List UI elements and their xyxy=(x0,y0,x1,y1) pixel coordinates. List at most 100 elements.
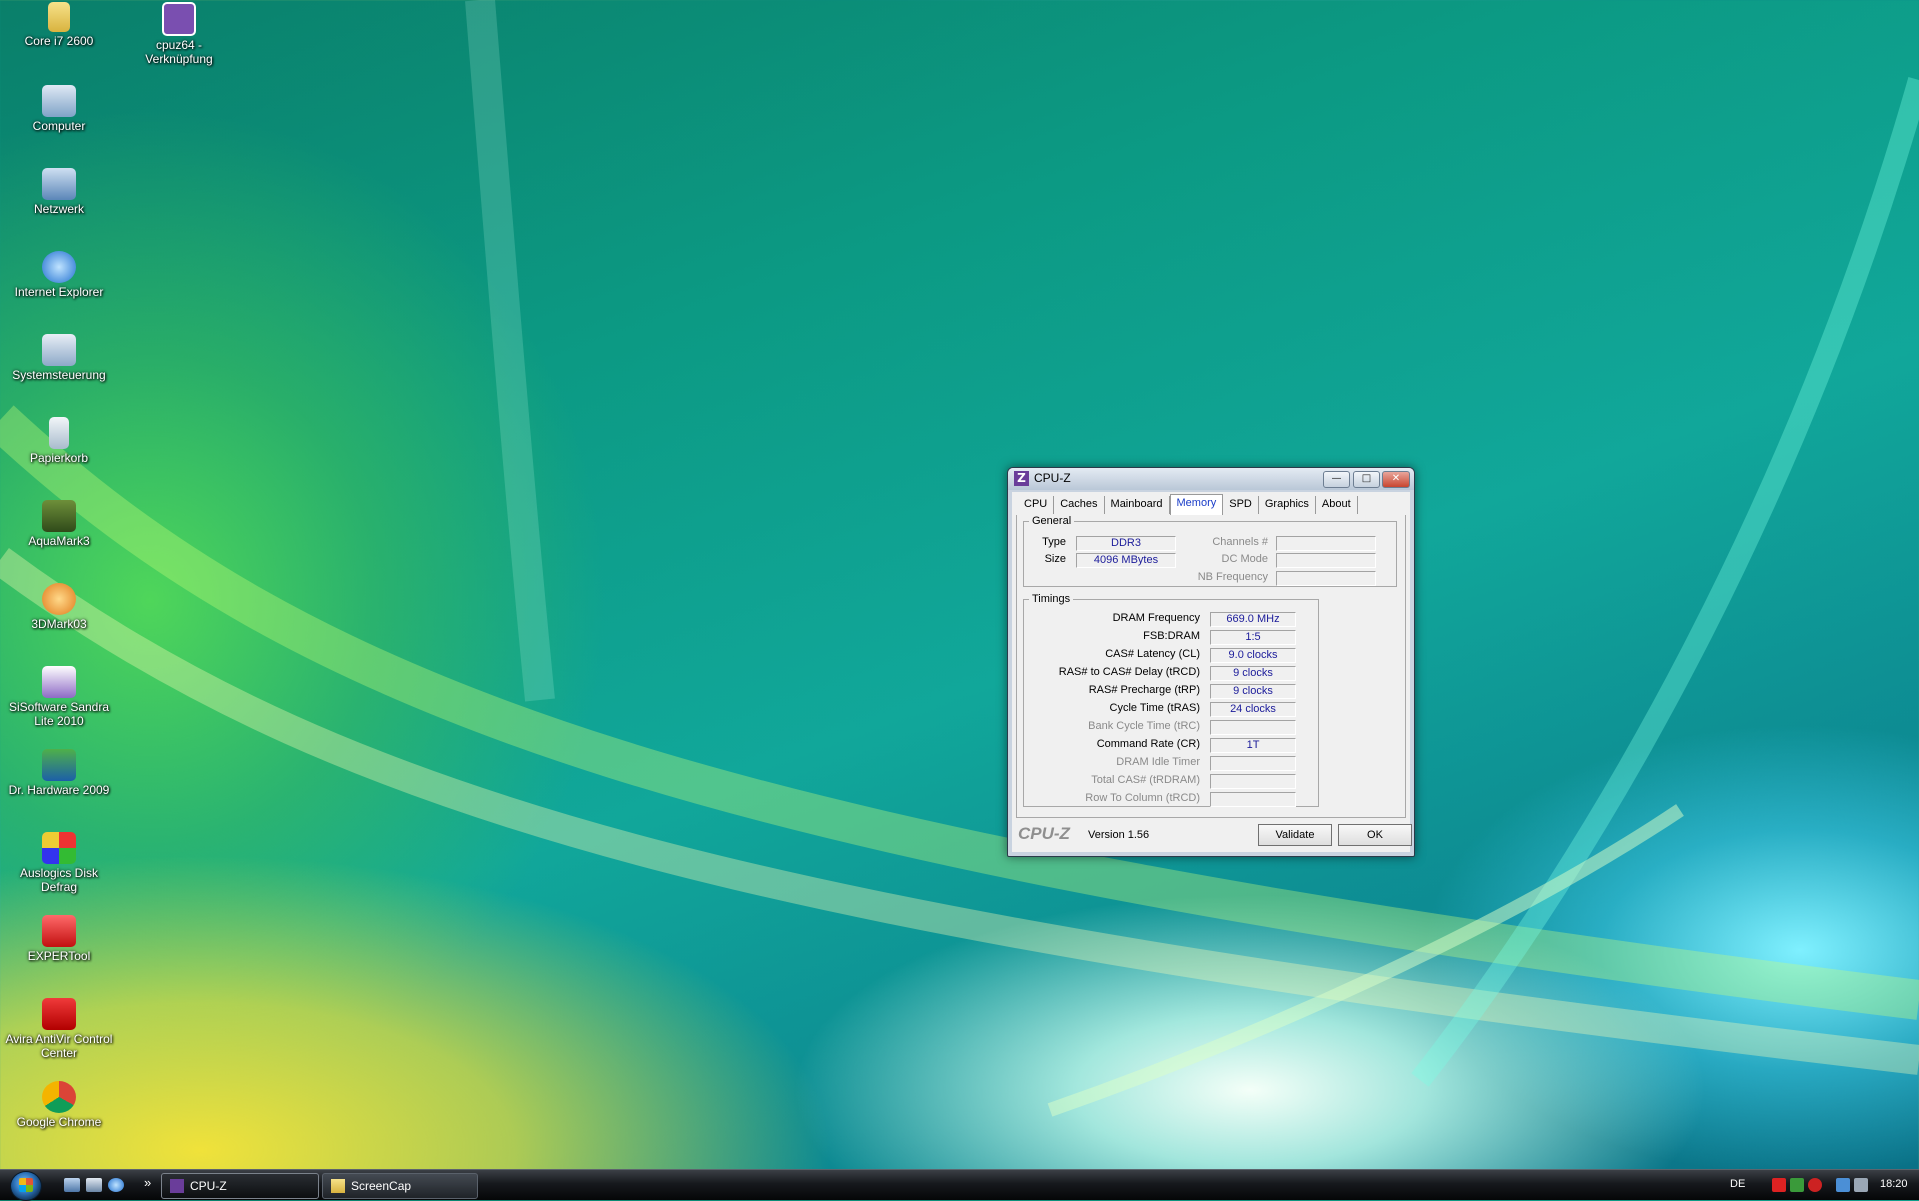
desktop-icon-dr-hardware[interactable]: Dr. Hardware 2009 xyxy=(4,749,114,797)
windows-logo-icon xyxy=(19,1178,33,1192)
timing-value: 9.0 clocks xyxy=(1210,648,1296,663)
desktop-icon-3dmark03[interactable]: 3DMark03 xyxy=(4,583,114,631)
network-tray-icon[interactable] xyxy=(1836,1178,1850,1192)
timing-value xyxy=(1210,792,1296,807)
timing-value: 1:5 xyxy=(1210,630,1296,645)
timing-label: Row To Column (tRCD) xyxy=(1085,792,1200,804)
ok-button[interactable]: OK xyxy=(1338,824,1412,846)
sandra-icon xyxy=(42,666,76,698)
dr-hardware-icon xyxy=(42,749,76,781)
minimize-button[interactable]: — xyxy=(1323,471,1350,488)
tab-graphics[interactable]: Graphics xyxy=(1259,496,1316,514)
size-label: Size xyxy=(1044,553,1066,565)
timing-label: RAS# Precharge (tRP) xyxy=(1088,684,1200,696)
taskbar-button-screencap[interactable]: ScreenCap xyxy=(322,1173,478,1199)
timing-label: CAS# Latency (CL) xyxy=(1105,648,1200,660)
tray-monitor-icon[interactable] xyxy=(1790,1178,1804,1192)
tab-caches[interactable]: Caches xyxy=(1054,496,1105,514)
desktop-icon-computer[interactable]: Computer xyxy=(4,85,114,133)
channels-value xyxy=(1276,536,1376,551)
quicklaunch-more-chevron[interactable]: » xyxy=(144,1175,151,1190)
taskbar: » CPU-Z ScreenCap DE 18:20 xyxy=(0,1169,1919,1201)
tab-strip: CPU Caches Mainboard Memory SPD Graphics… xyxy=(1018,494,1358,517)
timing-value: 9 clocks xyxy=(1210,666,1296,681)
desktop-icon-avira[interactable]: Avira AntiVir Control Center xyxy=(4,998,114,1060)
expertool-icon xyxy=(42,915,76,947)
disk-defrag-icon xyxy=(42,832,76,864)
show-desktop-icon[interactable] xyxy=(64,1178,80,1192)
tab-memory[interactable]: Memory xyxy=(1169,494,1224,517)
avira-icon xyxy=(42,998,76,1030)
avira-tray-icon[interactable] xyxy=(1808,1178,1822,1192)
tray-alert-icon[interactable] xyxy=(1772,1178,1786,1192)
timings-legend: Timings xyxy=(1032,593,1071,605)
computer-icon xyxy=(42,85,76,117)
timings-group: Timings DRAM Frequency 669.0 MHz FSB:DRAM 1… xyxy=(1023,593,1319,807)
timing-label: DRAM Frequency xyxy=(1112,612,1200,624)
dc-mode-value xyxy=(1276,553,1376,568)
folder-icon xyxy=(331,1179,345,1193)
wallpaper xyxy=(0,0,1919,1117)
timing-value: 9 clocks xyxy=(1210,684,1296,699)
tab-cpu[interactable]: CPU xyxy=(1018,496,1055,514)
tab-about[interactable]: About xyxy=(1316,496,1358,514)
desktop-icon-netzwerk[interactable]: Netzwerk xyxy=(4,168,114,216)
desktop-icon-internet-explorer[interactable]: Internet Explorer xyxy=(4,251,114,299)
timing-label: DRAM Idle Timer xyxy=(1116,756,1200,768)
timing-value: 24 clocks xyxy=(1210,702,1296,717)
recycle-bin-icon xyxy=(49,417,69,449)
desktop-icon-cpuz64-shortcut[interactable]: cpuz64 - Verknüpfung xyxy=(124,2,234,66)
nb-frequency-value xyxy=(1276,571,1376,586)
general-group: General Type DDR3 Size 4096 MBytes Chann… xyxy=(1023,515,1397,587)
timing-label: Command Rate (CR) xyxy=(1096,738,1200,750)
clock[interactable]: 18:20 xyxy=(1880,1178,1908,1190)
desktop-icon-expertool[interactable]: EXPERTool xyxy=(4,915,114,963)
internet-explorer-icon xyxy=(42,251,76,283)
desktop-icon-sisoftware-sandra[interactable]: SiSoftware Sandra Lite 2010 xyxy=(4,666,114,728)
maximize-button[interactable]: □ xyxy=(1353,471,1380,488)
timing-label: RAS# to CAS# Delay (tRCD) xyxy=(1058,666,1200,678)
timing-value: 1T xyxy=(1210,738,1296,753)
network-icon xyxy=(42,168,76,200)
desktop-icon-google-chrome[interactable]: Google Chrome xyxy=(4,1081,114,1129)
memory-tab-panel: General Type DDR3 Size 4096 MBytes Chann… xyxy=(1016,515,1406,818)
language-indicator[interactable]: DE xyxy=(1730,1178,1745,1190)
volume-icon[interactable] xyxy=(1854,1178,1868,1192)
desktop-icon-systemsteuerung[interactable]: Systemsteuerung xyxy=(4,334,114,382)
desktop-icon-aquamark3[interactable]: AquaMark3 xyxy=(4,500,114,548)
cpuz-brand-logo: CPU-Z xyxy=(1018,824,1070,843)
3dmark-icon xyxy=(42,583,76,615)
aquamark-icon xyxy=(42,500,76,532)
taskbar-button-cpuz[interactable]: CPU-Z xyxy=(161,1173,319,1199)
size-value: 4096 MBytes xyxy=(1076,553,1176,568)
timing-label: Bank Cycle Time (tRC) xyxy=(1088,720,1200,732)
timing-label: Cycle Time (tRAS) xyxy=(1109,702,1200,714)
timing-value xyxy=(1210,756,1296,771)
title-bar[interactable]: Z CPU-Z — □ ✕ xyxy=(1008,468,1414,490)
internet-explorer-quicklaunch-icon[interactable] xyxy=(108,1178,124,1192)
cpuz-app-icon: Z xyxy=(1014,471,1029,486)
timing-label: FSB:DRAM xyxy=(1143,630,1200,642)
desktop-icon-core-i7-2600[interactable]: Core i7 2600 xyxy=(4,2,114,48)
desktop-icon-auslogics-disk-defrag[interactable]: Auslogics Disk Defrag xyxy=(4,832,114,894)
type-label: Type xyxy=(1042,536,1066,548)
cpuz-icon xyxy=(170,1179,184,1193)
control-panel-icon xyxy=(42,334,76,366)
tab-mainboard[interactable]: Mainboard xyxy=(1105,496,1170,514)
window-title: CPU-Z xyxy=(1034,471,1071,485)
switch-windows-icon[interactable] xyxy=(86,1178,102,1192)
cpuz-window: Z CPU-Z — □ ✕ CPU Caches Mainboard Memor… xyxy=(1007,467,1415,857)
start-button[interactable] xyxy=(10,1171,42,1201)
timing-value: 669.0 MHz xyxy=(1210,612,1296,627)
window-footer: CPU-Z Version 1.56 Validate OK xyxy=(1012,820,1412,850)
close-button[interactable]: ✕ xyxy=(1382,471,1410,488)
tab-spd[interactable]: SPD xyxy=(1223,496,1259,514)
folder-icon xyxy=(48,2,70,32)
desktop-icon-papierkorb[interactable]: Papierkorb xyxy=(4,417,114,465)
timing-label: Total CAS# (tRDRAM) xyxy=(1091,774,1200,786)
channels-label: Channels # xyxy=(1212,536,1268,548)
general-legend: General xyxy=(1032,515,1072,527)
validate-button[interactable]: Validate xyxy=(1258,824,1332,846)
cpuz-shortcut-icon xyxy=(162,2,196,36)
nb-frequency-label: NB Frequency xyxy=(1197,571,1268,583)
